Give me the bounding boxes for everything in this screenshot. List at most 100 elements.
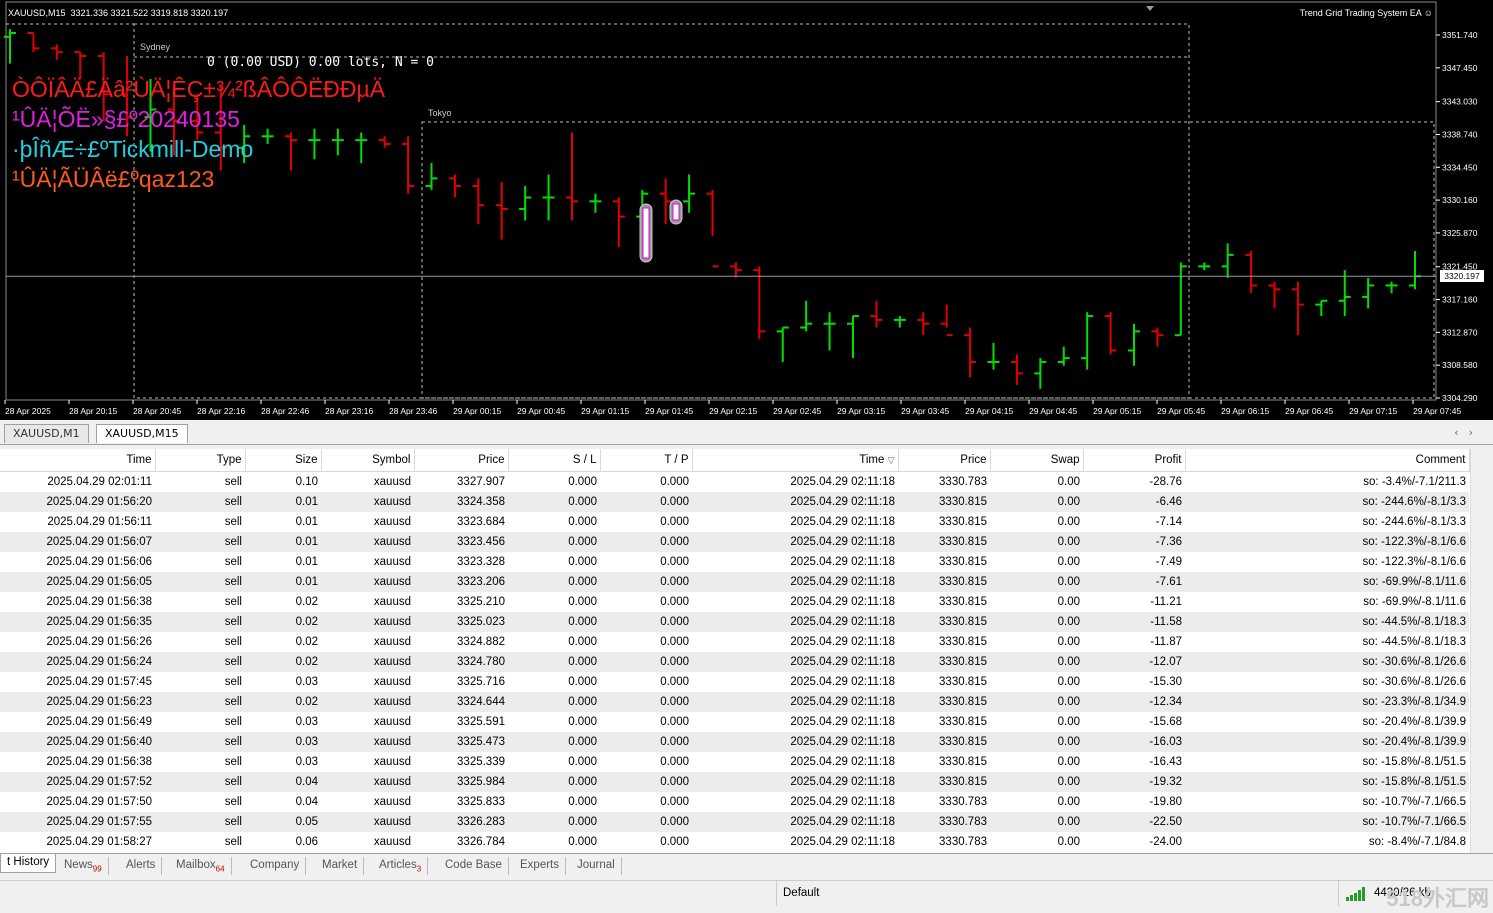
table-cell: 3330.815 (898, 692, 990, 712)
vertical-scrollbar[interactable] (1470, 449, 1493, 853)
table-row[interactable]: 2025.04.29 01:56:23 sell 0.02 xauusd 3324.64… (0, 692, 1469, 712)
tab-mailbox[interactable]: Mailbox64 (170, 857, 232, 875)
column-header-open-time[interactable]: Time (0, 449, 156, 472)
table-cell: 2025.04.29 02:11:18 (790, 756, 895, 768)
tab-experts[interactable]: Experts (514, 857, 566, 875)
table-cell: xauusd (373, 796, 411, 808)
table-cell: 2025.04.29 01:57:55 (0, 812, 155, 832)
table-row[interactable]: 2025.04.29 01:56:38 sell 0.03 xauusd 3325.33… (0, 752, 1469, 772)
tab-market[interactable]: Market (316, 857, 365, 875)
ohlc-bar (1034, 358, 1047, 389)
site-watermark: 518外汇网 (1386, 886, 1489, 911)
column-header-size[interactable]: Size (245, 449, 322, 472)
table-row[interactable]: 2025.04.29 01:57:52 sell 0.04 xauusd 3325.98… (0, 772, 1469, 792)
column-header-type[interactable]: Type (155, 449, 246, 472)
ohlc-bar (1151, 327, 1164, 347)
tab-alerts[interactable]: Alerts (120, 857, 163, 875)
table-cell: 0.02 (295, 596, 318, 608)
table-cell: 2025.04.29 01:56:23 (0, 692, 155, 712)
tab-company[interactable]: Company (244, 857, 307, 875)
table-cell: 0.000 (660, 796, 689, 808)
table-cell: so: -20.4%/-8.1/39.9 (1362, 716, 1466, 728)
tab-journal[interactable]: Journal (571, 857, 622, 875)
table-cell: 0.000 (660, 756, 689, 768)
table-row[interactable]: 2025.04.29 01:56:24 sell 0.02 xauusd 3324.78… (0, 652, 1469, 672)
lots-summary: 0 (0.00 USD) 0.00 lots, N = 0 (207, 55, 434, 70)
ohlc-bar (1198, 262, 1211, 271)
tab-scroll-arrows[interactable]: ‹› (1454, 426, 1483, 439)
sort-indicator-icon: ▽ (887, 455, 895, 465)
sell-entry-marker-inner (672, 203, 680, 221)
price-chart[interactable]: 3351.740 3347.450 3343.030 3338.740 3334.450… (0, 0, 1493, 420)
table-row[interactable]: 2025.04.29 01:57:45 sell 0.03 xauusd 3325.71… (0, 672, 1469, 692)
table-row[interactable]: 2025.04.29 01:56:07 sell 0.01 xauusd 3323.45… (0, 532, 1469, 552)
ohlc-bar (1010, 354, 1023, 385)
column-header-tp[interactable]: T / P (600, 449, 693, 472)
ohlc-bar (1174, 262, 1187, 337)
column-header-swap[interactable]: Swap (990, 449, 1084, 472)
time-axis-label: 28 Apr 22:46 (261, 406, 309, 416)
table-cell: so: -244.6%/-8.1/3.3 (1362, 516, 1466, 528)
ohlc-bar (729, 262, 742, 278)
ohlc-bar (1385, 281, 1398, 294)
table-cell: so: -10.7%/-7.1/66.5 (1362, 796, 1466, 808)
table-cell: -11.58 (1083, 612, 1185, 632)
table-cell: xauusd (373, 636, 411, 648)
column-header-sl[interactable]: S / L (508, 449, 601, 472)
table-row[interactable]: 2025.04.29 01:56:05 sell 0.01 xauusd 3323.20… (0, 572, 1469, 592)
time-axis-label: 28 Apr 20:15 (69, 406, 117, 416)
table-row[interactable]: 2025.04.29 01:56:06 sell 0.01 xauusd 3323.32… (0, 552, 1469, 572)
table-row[interactable]: 2025.04.29 01:56:20 sell 0.01 xauusd 3324.35… (0, 492, 1469, 512)
profile-name[interactable]: Default (783, 887, 819, 899)
table-row[interactable]: 2025.04.29 01:56:49 sell 0.03 xauusd 3325.59… (0, 712, 1469, 732)
column-header-open-price[interactable]: Price (414, 449, 509, 472)
table-cell: -16.43 (1149, 756, 1182, 768)
ohlc-bar (331, 128, 344, 156)
table-row[interactable]: 2025.04.29 01:56:11 sell 0.01 xauusd 3323.68… (0, 512, 1469, 532)
table-row[interactable]: 2025.04.29 01:56:40 sell 0.03 xauusd 3325.47… (0, 732, 1469, 752)
table-cell: -7.61 (1083, 572, 1185, 592)
tab-news[interactable]: News99 (58, 857, 109, 875)
ohlc-bar (1362, 277, 1375, 309)
table-cell: 0.00 (990, 492, 1083, 512)
table-cell: 2025.04.29 01:56:26 (46, 636, 152, 648)
ohlc-bar (1315, 299, 1328, 317)
table-cell: 0.04 (245, 772, 321, 792)
tab-label: Journal (577, 859, 615, 871)
column-header-comment[interactable]: Comment (1185, 449, 1470, 472)
table-cell: sell (224, 836, 242, 848)
table-row[interactable]: 2025.04.29 02:01:11 sell 0.10 xauusd 3327.90… (0, 472, 1469, 493)
time-axis-label: 29 Apr 04:45 (1029, 406, 1077, 416)
tab-account-history[interactable]: t History (0, 854, 57, 873)
table-cell: 3330.815 (898, 572, 990, 592)
table-cell: so: -44.5%/-8.1/18.3 (1362, 636, 1466, 648)
table-cell: -16.03 (1083, 732, 1185, 752)
table-row[interactable]: 2025.04.29 01:58:27 sell 0.06 xauusd 3326.78… (0, 832, 1469, 852)
table-cell: 0.000 (600, 572, 692, 592)
column-header-profit[interactable]: Profit (1083, 449, 1186, 472)
time-axis-label: 28 Apr 2025 (5, 406, 51, 416)
column-header-close-price[interactable]: Price (898, 449, 991, 472)
column-header-close-time[interactable]: Time ▽ (692, 449, 899, 472)
ohlc-bar (402, 136, 415, 194)
table-cell: 0.000 (508, 612, 600, 632)
table-row[interactable]: 2025.04.29 01:57:50 sell 0.04 xauusd 3325.83… (0, 792, 1469, 812)
table-cell: 3330.815 (939, 716, 987, 728)
table-row[interactable]: 2025.04.29 01:56:35 sell 0.02 xauusd 3325.02… (0, 612, 1469, 632)
table-cell: sell (155, 532, 245, 552)
column-header-symbol[interactable]: Symbol (321, 449, 415, 472)
ohlc-bar (1057, 346, 1070, 366)
table-cell: xauusd (321, 572, 414, 592)
table-cell: 0.00 (1057, 836, 1080, 848)
table-row[interactable]: 2025.04.29 01:56:26 sell 0.02 xauusd 3324.88… (0, 632, 1469, 652)
tab-articles[interactable]: Articles3 (373, 857, 429, 875)
chart-tab-m1[interactable]: XAUUSD,M1 (4, 424, 89, 443)
table-cell: 0.00 (990, 612, 1083, 632)
tab-code-base[interactable]: Code Base (439, 857, 509, 875)
time-axis-label: 28 Apr 22:16 (197, 406, 245, 416)
table-row[interactable]: 2025.04.29 01:56:38 sell 0.02 xauusd 3325.21… (0, 592, 1469, 612)
chart-tab-m15[interactable]: XAUUSD,M15 (96, 424, 188, 443)
table-row[interactable]: 2025.04.29 01:57:55 sell 0.05 xauusd 3326.28… (0, 812, 1469, 832)
ohlc-bar (753, 266, 766, 340)
price-axis-label: 3338.740 (1442, 129, 1478, 139)
